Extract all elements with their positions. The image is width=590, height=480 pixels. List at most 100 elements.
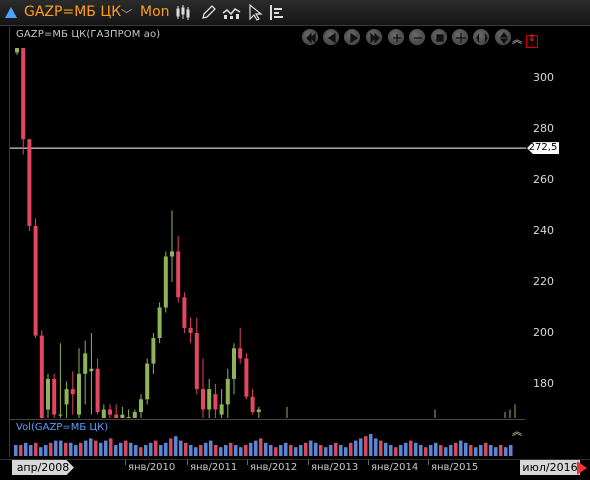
volume-bar [424,447,428,456]
volume-bar [219,447,223,456]
volume-bar [44,445,48,456]
candle [101,404,106,418]
x-tick-label: янв/2010 [128,462,176,473]
candle [256,406,261,418]
candle [126,409,131,419]
candle [176,236,181,303]
candle [108,404,112,418]
volume-bar [269,445,273,456]
volume-bar [374,438,378,456]
price-chart[interactable] [0,0,590,479]
volume-bar [109,438,113,456]
volume-bar [339,445,343,456]
volume-bar [104,440,108,456]
x-tick-label: янв/2014 [371,462,419,473]
volume-bar [264,442,268,456]
volume-bar [329,445,333,456]
volume-bar [199,445,203,456]
volume-bar [99,442,103,456]
candle [33,218,38,339]
volume-bar [304,442,308,456]
volume-bar [344,447,348,456]
volume-bar [439,445,443,456]
volume-bar [209,440,213,456]
volume-bar [119,442,123,456]
candle [213,384,218,418]
collapse-volume-icon[interactable]: ︽ [512,423,522,438]
volume-bar [384,442,388,456]
volume-bar [429,445,433,456]
volume-bar [144,445,148,456]
volume-bar [229,442,233,456]
volume-bar [479,445,483,456]
volume-bar [289,445,293,456]
candle [15,48,19,56]
volume-bar [309,440,313,456]
volume-bar [464,442,468,456]
x-tick-mark [428,460,429,465]
volume-bar [49,442,53,456]
volume-bar [419,445,423,456]
candle [244,353,249,400]
candle [39,330,44,418]
volume-bar [474,447,478,456]
volume-bar [39,447,43,456]
volume-bar [24,442,28,456]
candle [163,251,168,313]
volume-bar [34,442,38,456]
x-start-label[interactable]: апр/2008 [12,460,74,475]
candle [120,406,125,418]
volume-bar [234,445,238,456]
volume-bar [324,447,328,456]
volume-bar [239,447,243,456]
volume-bar [79,442,83,456]
candle [77,348,81,418]
x-tick-mark [247,460,248,465]
volume-bar [204,442,208,456]
volume-bar [174,436,178,456]
x-tick-label: янв/2012 [250,462,298,473]
volume-bar [89,438,93,456]
candle [89,333,94,415]
volume-bar [454,442,458,456]
volume-bar [394,447,398,456]
scroll-right-icon[interactable] [577,461,587,475]
volume-bar [159,445,163,456]
volume-bar [29,445,33,456]
candle [232,343,236,395]
volume-bar [294,447,298,456]
volume-bar [284,442,288,456]
candle [238,327,243,364]
volume-bar [364,436,368,456]
candle [58,343,63,418]
volume-bar [354,440,358,456]
volume-bar [399,445,403,456]
candle [83,340,88,405]
volume-bar [139,447,143,456]
x-tick-mark [308,460,309,465]
volume-bar [149,442,153,456]
volume-bar [489,445,493,456]
x-tick-label: янв/2011 [190,462,238,473]
candle [27,139,32,231]
x-tick-label: янв/2015 [431,462,479,473]
candle [201,358,205,418]
volume-bar [299,445,303,456]
x-end-label[interactable]: июл/2016 [520,460,580,475]
volume-bar [274,447,278,456]
x-tick-mark [125,460,126,465]
volume-bar [194,447,198,456]
volume-bar [349,442,353,456]
candle [145,358,150,405]
candle [114,404,119,418]
volume-bar [189,445,193,456]
candle [132,409,137,418]
volume-bar [54,440,58,456]
volume-bar [319,445,323,456]
volume-bar [19,445,23,456]
candle [188,317,193,344]
volume-bar [184,442,188,456]
volume-bar [224,445,228,456]
candle [194,317,199,395]
volume-bar [69,442,73,456]
